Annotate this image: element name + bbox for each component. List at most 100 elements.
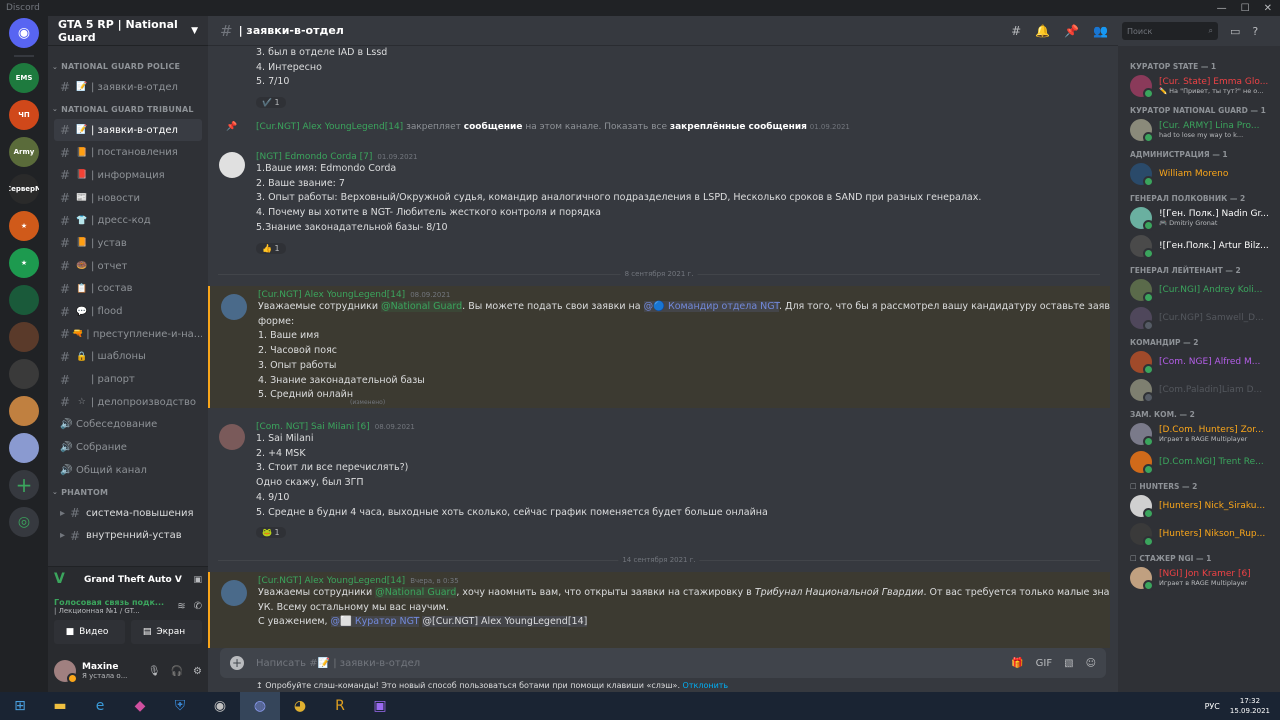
pinned-messages-link[interactable]: закреплённые сообщения (670, 122, 807, 132)
server-icon[interactable]: ЧП (9, 100, 39, 130)
avatar[interactable] (219, 424, 245, 450)
category-tribunal[interactable]: ⌄ NATIONAL GUARD TRIBUNAL (48, 99, 208, 119)
channel-tribunal-0[interactable]: # 📝 | заявки-в-отдел (54, 118, 202, 142)
message-author[interactable]: [Com. NGT] Sai Milani [6] (256, 422, 370, 432)
server-icon[interactable] (9, 322, 39, 352)
windows-start-icon[interactable]: ⊞ (0, 692, 40, 720)
chrome-icon[interactable]: ◕ (280, 692, 320, 720)
gif-icon[interactable]: GIF (1036, 658, 1052, 669)
server-icon[interactable]: Army (9, 137, 39, 167)
channel-phantom-1[interactable]: ▸ # внутренний-устав (54, 524, 202, 547)
channel-voice-1[interactable]: 🔊 Собрание (54, 436, 202, 459)
channel-voice-0[interactable]: 🔊 Собеседование (54, 414, 202, 437)
overlay-icon[interactable]: ▣ (193, 575, 202, 585)
channel-tribunal-6[interactable]: # 🍩 | отчет (54, 255, 202, 278)
member-item[interactable]: [Hunters] Nick_Siraku... (1118, 492, 1280, 520)
member-item[interactable]: [Cur. ARMY] Lina Pro... had to lose my wa… (1118, 116, 1280, 144)
clock[interactable]: 17:32 15.09.2021 (1230, 696, 1280, 716)
role-mention[interactable]: @National Guard (375, 587, 457, 598)
channel-police-0[interactable]: # 📝 | заявки-в-отдел (54, 76, 202, 99)
server-icon[interactable] (9, 433, 39, 463)
help-icon[interactable]: ? (1252, 25, 1258, 38)
channel-tribunal-12[interactable]: # ☆ | делопроизводство (54, 391, 202, 414)
user-mention[interactable]: @[Cur.NGT] Alex YoungLegend[14] (422, 616, 588, 628)
channel-tribunal-5[interactable]: # 📙 | устав (54, 232, 202, 255)
security-icon[interactable]: ⛨ (160, 692, 200, 720)
screen-share-button[interactable]: ▤ Экран (131, 620, 202, 644)
close-icon[interactable]: ✕ (1264, 3, 1272, 14)
channel-tribunal-1[interactable]: # 📙 | постановления (54, 141, 202, 164)
headphones-icon[interactable]: 🎧 (171, 666, 183, 677)
members-icon[interactable]: 👥 (1093, 24, 1108, 38)
explore-icon[interactable]: ◎ (9, 507, 39, 537)
message-composer[interactable]: + Написать #📝 | заявки-в-отдел 🎁 GIF ▧ ☺ (220, 648, 1106, 678)
inbox-icon[interactable]: ▭ (1230, 25, 1240, 38)
threads-icon[interactable]: # (1011, 24, 1021, 38)
channel-tribunal-4[interactable]: # 👕 | дресс-код (54, 209, 202, 232)
member-item[interactable]: ![Ген. Полк.] Nadin Gr... 🎮 Dmitriy Grona… (1118, 204, 1280, 232)
server-icon[interactable] (9, 359, 39, 389)
message-author[interactable]: [Cur.NGT] Alex YoungLegend[14] (258, 290, 405, 300)
emoji-icon[interactable]: ☺ (1086, 658, 1096, 669)
noise-suppression-icon[interactable]: ≋ (177, 601, 185, 612)
channel-tribunal-11[interactable]: # | рапорт (54, 368, 202, 391)
rage-icon[interactable]: R (320, 692, 360, 720)
channel-tribunal-8[interactable]: # 💬 | flood (54, 300, 202, 323)
role-mention[interactable]: @🔵 Командир отдела NGT (643, 301, 779, 312)
pinned-message-link[interactable]: сообщение (464, 122, 523, 132)
add-attachment-icon[interactable]: + (230, 656, 244, 670)
discord-taskbar-icon[interactable]: ◍ (240, 692, 280, 720)
reaction[interactable]: 🐸 1 (256, 527, 286, 539)
gift-icon[interactable]: 🎁 (1011, 658, 1023, 669)
search-input[interactable]: Поиск ⌕ (1122, 22, 1218, 40)
bell-icon[interactable]: 🔔 (1035, 24, 1050, 38)
channel-tribunal-2[interactable]: # 📕 | информация (54, 164, 202, 187)
language-indicator[interactable]: РУС (1205, 702, 1220, 711)
disconnect-icon[interactable]: ✆ (194, 601, 202, 612)
discord-home-icon[interactable]: ◉ (9, 18, 39, 48)
twitch-icon[interactable]: ▣ (360, 692, 400, 720)
member-item[interactable]: ![Ген.Полк.] Artur Bilz... (1118, 232, 1280, 260)
channel-tribunal-3[interactable]: # 📰 | новости (54, 187, 202, 210)
category-police[interactable]: ⌄ NATIONAL GUARD POLICE (48, 56, 208, 76)
server-icon[interactable] (9, 285, 39, 315)
avatar[interactable] (54, 660, 78, 684)
server-header[interactable]: GTA 5 RP | National Guard ▼ (48, 16, 208, 46)
server-icon[interactable]: СерверМ (9, 174, 39, 204)
pin-icon[interactable]: 📌 (1064, 24, 1079, 38)
dismiss-link[interactable]: Отклонить (683, 681, 729, 690)
member-item[interactable]: [Cur.NGP] Samwell_D... (1118, 304, 1280, 332)
server-icon[interactable]: ★ (9, 211, 39, 241)
gear-icon[interactable]: ⚙ (193, 666, 202, 677)
member-item[interactable]: [D.Com. Hunters] Zor... Играет в RAGE Mul… (1118, 420, 1280, 448)
avatar[interactable] (221, 580, 247, 606)
category-phantom[interactable]: ⌄ PHANTOM (48, 482, 208, 502)
member-item[interactable]: [Cur. State] Emma Glo... ✏️ На "Привет, т… (1118, 72, 1280, 100)
edge-icon[interactable]: e (80, 692, 120, 720)
member-item[interactable]: William Moreno (1118, 160, 1280, 188)
avatar[interactable] (221, 294, 247, 320)
voice-status[interactable]: Голосовая связь подк... (54, 598, 164, 607)
role-mention[interactable]: @⬜ Куратор NGT (330, 616, 420, 628)
member-item[interactable]: [Com. NGE] Alfred M... (1118, 348, 1280, 376)
add-server-icon[interactable]: + (9, 470, 39, 500)
server-icon[interactable]: EMS (9, 63, 39, 93)
file-explorer-icon[interactable]: ▬ (40, 692, 80, 720)
channel-tribunal-7[interactable]: # 📋 | состав (54, 278, 202, 301)
minimize-icon[interactable]: — (1217, 3, 1227, 14)
reaction[interactable]: 👍 1 (256, 242, 286, 254)
member-item[interactable]: [Cur.NGI] Andrey Koli... (1118, 276, 1280, 304)
maximize-icon[interactable]: ☐ (1241, 3, 1250, 14)
microphone-icon[interactable]: 🎙 (148, 666, 161, 677)
reaction[interactable]: ✔️ 1 (256, 97, 286, 109)
voice-channel-path[interactable]: | Лекционная №1 / GT... (54, 607, 164, 615)
message-input[interactable]: Написать #📝 | заявки-в-отдел (256, 658, 420, 669)
channel-tribunal-10[interactable]: # 🔒 | шаблоны (54, 346, 202, 369)
channel-phantom-0[interactable]: ▸ # система-повышения (54, 502, 202, 525)
message-author[interactable]: [Cur.NGT] Alex YoungLegend[14] (258, 576, 405, 586)
app-icon[interactable]: ◆ (120, 692, 160, 720)
channel-voice-2[interactable]: 🔊 Общий канал (54, 459, 202, 482)
server-icon[interactable]: ★ (9, 248, 39, 278)
member-item[interactable]: [NGI] Jon Kramer [6] Играет в RAGE Multip… (1118, 564, 1280, 592)
video-button[interactable]: ■ Видео (54, 620, 125, 644)
